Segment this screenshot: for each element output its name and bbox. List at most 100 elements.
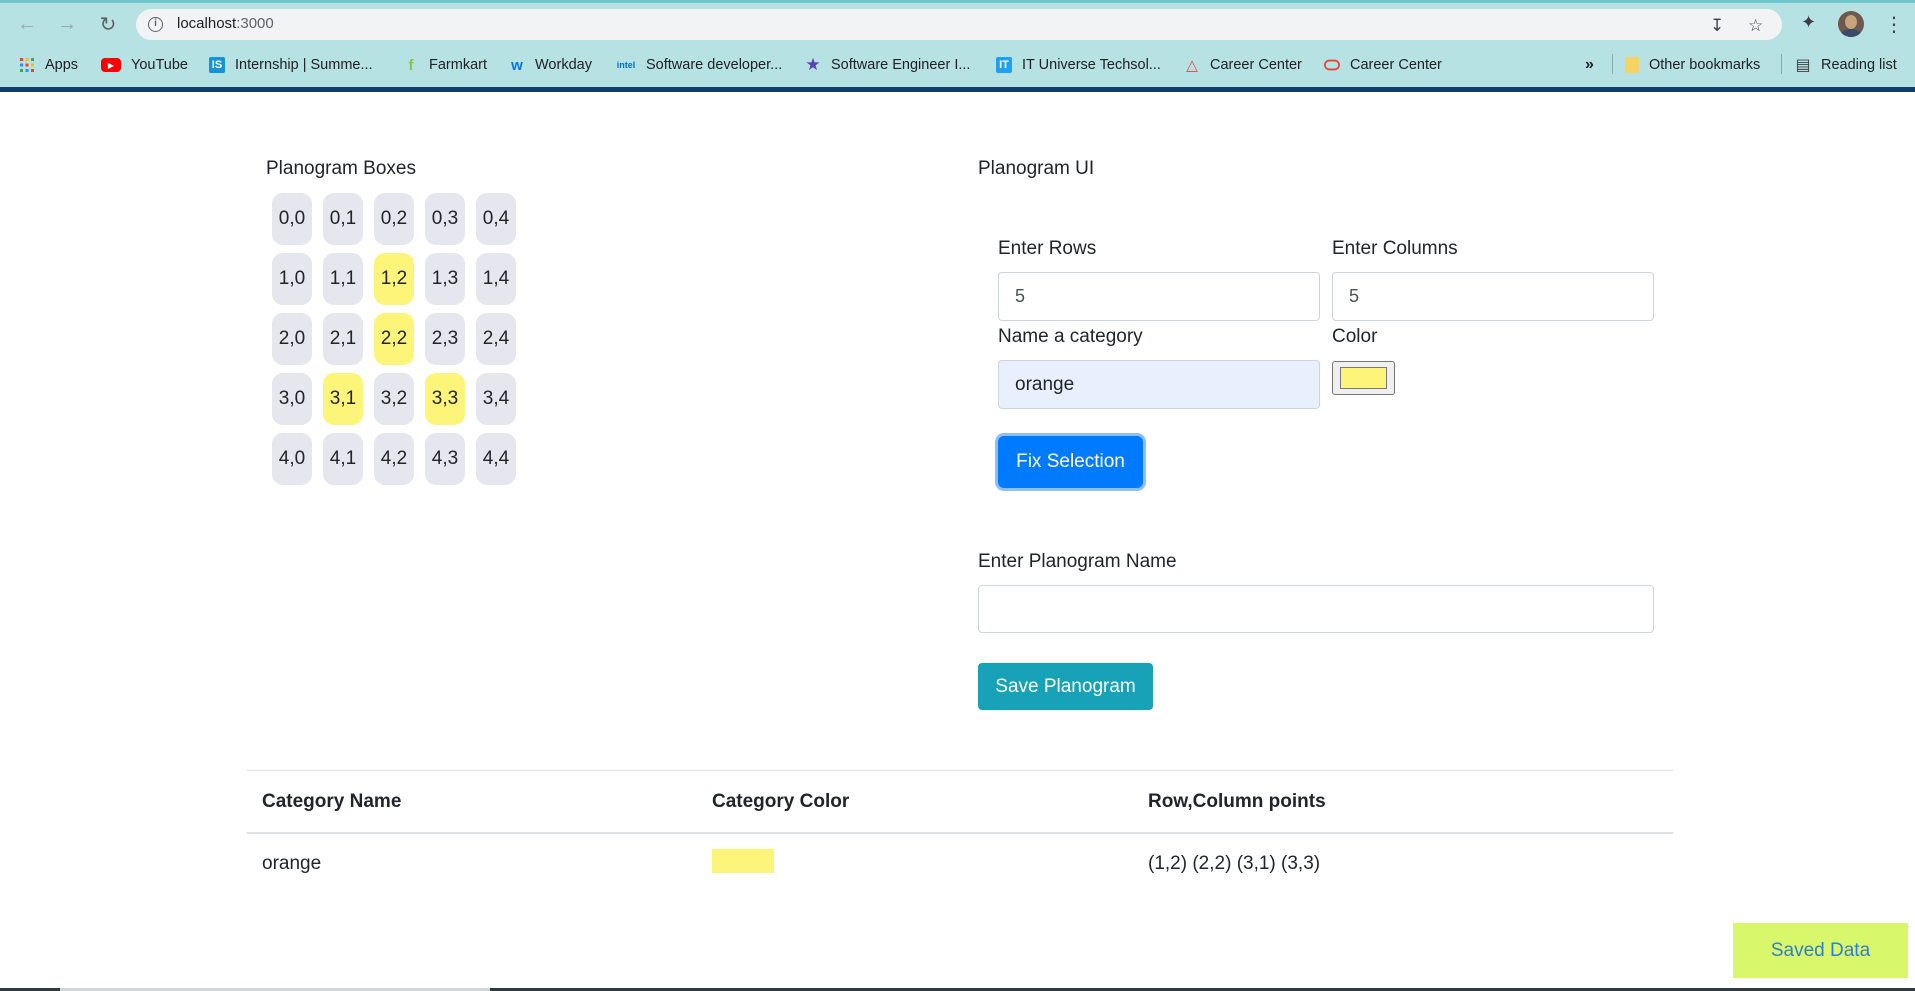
th-category-color: Category Color (712, 791, 850, 812)
planogram-box[interactable]: 0,0 (272, 193, 312, 245)
planogram-box[interactable]: 4,3 (425, 433, 465, 485)
bookmark-label: Farmkart (429, 57, 487, 73)
columns-label: Enter Columns (1332, 238, 1458, 259)
bookmark-label: Other bookmarks (1649, 57, 1761, 73)
install-app-icon[interactable]: ↧ (1710, 16, 1724, 36)
planogram-box[interactable]: 1,0 (272, 253, 312, 305)
planogram-box[interactable]: 3,3 (425, 373, 465, 425)
url-host: localhost (177, 15, 237, 32)
planogram-box[interactable]: 0,2 (374, 193, 414, 245)
intel-icon: intel (616, 60, 636, 70)
bookmark-internship[interactable]: IS Internship | Summe... (209, 54, 373, 76)
profile-avatar[interactable] (1838, 11, 1864, 37)
planogram-box[interactable]: 1,3 (425, 253, 465, 305)
folder-icon (1625, 57, 1639, 73)
bookmark-label: Software developer... (646, 57, 783, 73)
oracle-icon (1324, 57, 1340, 73)
bookmark-label: Reading list (1821, 57, 1897, 73)
bookmark-it-universe[interactable]: IT IT Universe Techsol... (996, 54, 1161, 76)
address-bar[interactable]: i localhost:3000 ↧ ☆ (136, 9, 1782, 40)
planogram-box[interactable]: 1,1 (323, 253, 363, 305)
internshala-icon: IS (209, 57, 225, 73)
bookmark-label: Workday (535, 57, 592, 73)
planogram-box[interactable]: 4,0 (272, 433, 312, 485)
category-label: Name a category (998, 326, 1143, 347)
rows-input[interactable]: 5 (998, 272, 1320, 321)
bookmarks-overflow-chevron-icon[interactable]: » (1585, 54, 1594, 76)
farmkart-icon: f (408, 56, 414, 74)
bookmark-career-center-2[interactable]: Career Center (1324, 54, 1442, 76)
columns-input[interactable]: 5 (1332, 272, 1654, 321)
back-arrow-icon[interactable]: ← (14, 11, 40, 37)
site-info-icon[interactable]: i (148, 17, 163, 32)
url-text[interactable]: localhost:3000 (177, 15, 274, 32)
planogram-box[interactable]: 2,3 (425, 313, 465, 365)
bookmark-career-center-1[interactable]: △ Career Center (1184, 54, 1302, 76)
browser-chrome: ← → ↻ i localhost:3000 ↧ ☆ ✦ ⋮ Apps ▶ Yo… (0, 0, 1915, 92)
planogram-box[interactable]: 3,2 (374, 373, 414, 425)
color-picker[interactable] (1332, 361, 1395, 395)
planogram-box[interactable]: 2,1 (323, 313, 363, 365)
career-center-triangle-icon: △ (1186, 57, 1198, 74)
th-row-column-points: Row,Column points (1148, 791, 1326, 812)
planogram-box[interactable]: 0,3 (425, 193, 465, 245)
rows-label: Enter Rows (998, 238, 1097, 259)
url-port: :3000 (236, 15, 274, 32)
save-planogram-button[interactable]: Save Planogram (978, 663, 1153, 710)
fix-selection-button[interactable]: Fix Selection (998, 436, 1143, 488)
color-label: Color (1332, 326, 1378, 347)
form-title: Planogram UI (978, 158, 1095, 179)
category-input[interactable]: orange (998, 360, 1320, 409)
planogram-box[interactable]: 2,4 (476, 313, 516, 365)
planogram-box[interactable]: 1,2 (374, 253, 414, 305)
workday-icon: w (511, 56, 523, 74)
bookmarks-divider (1781, 54, 1782, 74)
bookmark-label: IT Universe Techsol... (1022, 57, 1161, 73)
row-category-name: orange (262, 853, 322, 874)
planogram-box[interactable]: 2,0 (272, 313, 312, 365)
bookmark-other-bookmarks[interactable]: Other bookmarks (1625, 54, 1760, 76)
planogram-name-input[interactable] (978, 585, 1654, 633)
planogram-box[interactable]: 4,1 (323, 433, 363, 485)
table-header-border (247, 832, 1673, 834)
youtube-icon: ▶ (101, 58, 121, 72)
forward-arrow-icon[interactable]: → (54, 11, 80, 37)
reload-icon[interactable]: ↻ (95, 11, 121, 37)
planogram-box[interactable]: 3,4 (476, 373, 516, 425)
tab-strip-edge (0, 0, 1915, 3)
planogram-box[interactable]: 4,2 (374, 433, 414, 485)
browser-menu-icon[interactable]: ⋮ (1884, 12, 1904, 37)
bookmark-farmkart[interactable]: f Farmkart (403, 54, 488, 76)
bookmark-label: Software Engineer I... (831, 57, 971, 73)
bookmark-label: Career Center (1350, 57, 1442, 73)
reading-list-icon: ▤ (1795, 57, 1811, 74)
bookmarks-bar: Apps ▶ YouTube IS Internship | Summe... … (0, 50, 1915, 78)
planogram-box[interactable]: 0,4 (476, 193, 516, 245)
bookmark-software-developer[interactable]: intel Software developer... (616, 54, 783, 76)
apps-grid-icon (19, 57, 35, 73)
chrome-divider (0, 87, 1915, 92)
saved-data-button[interactable]: Saved Data (1733, 923, 1908, 978)
avatar-body (1841, 29, 1861, 37)
bookmark-apps[interactable]: Apps (19, 54, 78, 76)
planogram-box[interactable]: 3,0 (272, 373, 312, 425)
planogram-box[interactable]: 0,1 (323, 193, 363, 245)
extensions-puzzle-icon[interactable]: ✦ (1801, 12, 1816, 33)
planogram-box[interactable]: 3,1 (323, 373, 363, 425)
table-top-border (247, 770, 1673, 771)
color-picker-swatch (1340, 367, 1387, 389)
planogram-box[interactable]: 4,4 (476, 433, 516, 485)
bookmark-star-icon[interactable]: ☆ (1748, 16, 1763, 36)
row-category-color-swatch (712, 849, 774, 873)
bookmark-software-engineer[interactable]: ★ Software Engineer I... (805, 54, 970, 76)
bookmark-workday[interactable]: w Workday (509, 54, 592, 76)
bookmark-label: Apps (45, 57, 79, 73)
planogram-box[interactable]: 2,2 (374, 313, 414, 365)
bookmark-youtube[interactable]: ▶ YouTube (101, 54, 188, 76)
planogram-box[interactable]: 1,4 (476, 253, 516, 305)
it-universe-icon: IT (996, 57, 1012, 73)
reading-list-button[interactable]: ▤ Reading list (1795, 54, 1897, 76)
row-points: (1,2) (2,2) (3,1) (3,3) (1148, 853, 1321, 874)
bookmark-label: Career Center (1210, 57, 1302, 73)
star-icon: ★ (805, 55, 821, 74)
